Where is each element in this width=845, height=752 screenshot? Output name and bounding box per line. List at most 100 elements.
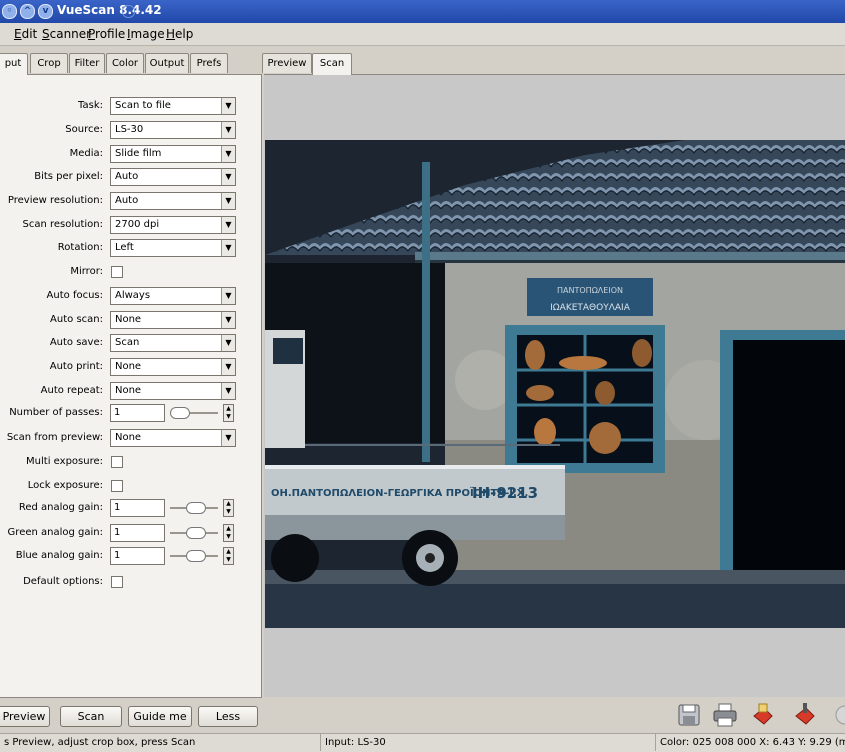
source-row: Source: LS-30 ▼: [0, 121, 261, 140]
scan-to-email-icon[interactable]: [750, 702, 776, 728]
multi-exposure-checkbox[interactable]: [111, 456, 123, 468]
number-of-passes-input[interactable]: 1: [110, 404, 165, 422]
mirror-row: Mirror:: [0, 263, 261, 282]
tab-output[interactable]: Output: [145, 53, 189, 73]
chevron-down-icon[interactable]: ▼: [221, 312, 235, 328]
menu-edit[interactable]: Edit: [14, 27, 37, 41]
preview-resolution-value: Auto: [115, 195, 139, 206]
less-button[interactable]: Less: [198, 706, 258, 727]
preview-resolution-select[interactable]: Auto ▼: [110, 192, 236, 210]
auto-print-value: None: [115, 361, 142, 372]
scan-button[interactable]: Scan: [60, 706, 122, 727]
menu-image[interactable]: Image: [127, 27, 165, 41]
bits-per-pixel-select[interactable]: Auto ▼: [110, 168, 236, 186]
scan-from-preview-select[interactable]: None ▼: [110, 429, 236, 447]
more-icon[interactable]: [832, 702, 845, 728]
chevron-down-icon[interactable]: ▼: [221, 193, 235, 209]
tab-preview[interactable]: Preview: [262, 53, 312, 73]
window-title: VueScan 8.4.42: [57, 3, 162, 17]
print-icon[interactable]: [712, 702, 738, 728]
blue-analog-gain-input[interactable]: 1: [110, 547, 165, 565]
guide-me-button[interactable]: Guide me: [128, 706, 192, 727]
rotation-select[interactable]: Left ▼: [110, 239, 236, 257]
green-analog-gain-input[interactable]: 1: [110, 524, 165, 542]
tab-filter[interactable]: Filter: [69, 53, 105, 73]
chevron-down-icon[interactable]: ▼: [221, 240, 235, 256]
default-options-row: Default options:: [0, 573, 261, 592]
chevron-down-icon[interactable]: ▼: [221, 217, 235, 233]
scan-to-fax-icon[interactable]: [792, 702, 818, 728]
auto-print-select[interactable]: None ▼: [110, 358, 236, 376]
red-analog-gain-stepper[interactable]: ▲ ▼: [223, 499, 234, 517]
chevron-down-icon[interactable]: ▼: [221, 169, 235, 185]
tab-crop[interactable]: Crop: [30, 53, 68, 73]
chevron-down-icon[interactable]: ▼: [221, 359, 235, 375]
auto-repeat-select[interactable]: None ▼: [110, 382, 236, 400]
lock-exposure-label: Lock exposure:: [27, 480, 103, 491]
tab-color[interactable]: Color: [106, 53, 144, 73]
multi-exposure-label: Multi exposure:: [26, 456, 103, 467]
task-row: Task: Scan to file ▼: [0, 97, 261, 116]
media-select[interactable]: Slide film ▼: [110, 145, 236, 163]
mirror-checkbox[interactable]: [111, 266, 123, 278]
blue-analog-gain-slider[interactable]: [170, 550, 218, 562]
busy-icon: [122, 5, 135, 18]
slider-knob[interactable]: [186, 527, 206, 539]
default-options-checkbox[interactable]: [111, 576, 123, 588]
auto-print-label: Auto print:: [49, 361, 103, 372]
shop-sign-text: ΙΩΑΚΕΤΑΘΟΥΛΑΙΑ: [550, 303, 631, 313]
save-icon[interactable]: [676, 702, 702, 728]
scan-resolution-select[interactable]: 2700 dpi ▼: [110, 216, 236, 234]
chevron-down-icon[interactable]: ▼: [221, 122, 235, 138]
slider-knob[interactable]: [186, 550, 206, 562]
task-select[interactable]: Scan to file ▼: [110, 97, 236, 115]
preview-resolution-label: Preview resolution:: [7, 195, 103, 206]
red-analog-gain-slider[interactable]: [170, 502, 218, 514]
auto-focus-value: Always: [115, 290, 151, 301]
rotation-value: Left: [115, 242, 134, 253]
preview-button[interactable]: Preview: [0, 706, 50, 727]
chevron-down-icon[interactable]: ▼: [221, 98, 235, 114]
media-value: Slide film: [115, 148, 162, 159]
source-select[interactable]: LS-30 ▼: [110, 121, 236, 139]
green-analog-gain-row: Green analog gain: 1 ▲ ▼: [0, 524, 261, 543]
preview-resolution-row: Preview resolution: Auto ▼: [0, 192, 261, 211]
chevron-down-icon[interactable]: ▼: [221, 146, 235, 162]
menu-profile[interactable]: Profile: [88, 27, 125, 41]
chevron-down-icon[interactable]: ▼: [221, 288, 235, 304]
auto-save-select[interactable]: Scan ▼: [110, 334, 236, 352]
chevron-down-icon[interactable]: ▼: [221, 335, 235, 351]
chevron-down-icon[interactable]: ▼: [221, 383, 235, 399]
auto-focus-row: Auto focus: Always ▼: [0, 287, 261, 306]
scan-view[interactable]: ΠΑΝΤΟΠΩΛΕΙΟΝ ΙΩΑΚΕΤΑΘΟΥΛΑΙΑ ΟΗ.ΠΑΝΤΟΠΩΛΕ…: [264, 74, 845, 697]
tab-scan[interactable]: Scan: [312, 53, 352, 75]
lock-exposure-checkbox[interactable]: [111, 480, 123, 492]
green-analog-gain-slider[interactable]: [170, 527, 218, 539]
window-menu-icon[interactable]: ◦: [2, 4, 17, 19]
status-color-readout: Color: 025 008 000 X: 6.43 Y: 9.29 (m: [655, 734, 845, 751]
maximize-icon[interactable]: ^: [20, 4, 35, 19]
auto-scan-select[interactable]: None ▼: [110, 311, 236, 329]
input-panel: Task: Scan to file ▼ Source: LS-30 ▼ Media…: [0, 74, 262, 698]
bits-per-pixel-label: Bits per pixel:: [34, 171, 103, 182]
svg-text:ΠΑΝΤΟΠΩΛΕΙΟΝ: ΠΑΝΤΟΠΩΛΕΙΟΝ: [557, 286, 623, 295]
number-of-passes-stepper[interactable]: ▲ ▼: [223, 404, 234, 422]
blue-analog-gain-stepper[interactable]: ▲ ▼: [223, 547, 234, 565]
red-analog-gain-input[interactable]: 1: [110, 499, 165, 517]
tab-prefs[interactable]: Prefs: [190, 53, 228, 73]
tab-input[interactable]: put: [0, 53, 28, 75]
slider-knob[interactable]: [170, 407, 190, 419]
title-bar: ◦ ^ v VueScan 8.4.42: [0, 0, 845, 23]
auto-repeat-row: Auto repeat: None ▼: [0, 382, 261, 401]
blue-analog-gain-row: Blue analog gain: 1 ▲ ▼: [0, 547, 261, 566]
number-of-passes-slider[interactable]: [170, 407, 218, 419]
menu-help[interactable]: Help: [166, 27, 193, 41]
auto-focus-select[interactable]: Always ▼: [110, 287, 236, 305]
button-bar: Preview Scan Guide me Less: [0, 702, 845, 732]
green-analog-gain-stepper[interactable]: ▲ ▼: [223, 524, 234, 542]
auto-print-row: Auto print: None ▼: [0, 358, 261, 377]
chevron-down-icon[interactable]: ▼: [221, 430, 235, 446]
minimize-icon[interactable]: v: [38, 4, 53, 19]
slider-knob[interactable]: [186, 502, 206, 514]
menu-scanner[interactable]: Scanner: [42, 27, 91, 41]
